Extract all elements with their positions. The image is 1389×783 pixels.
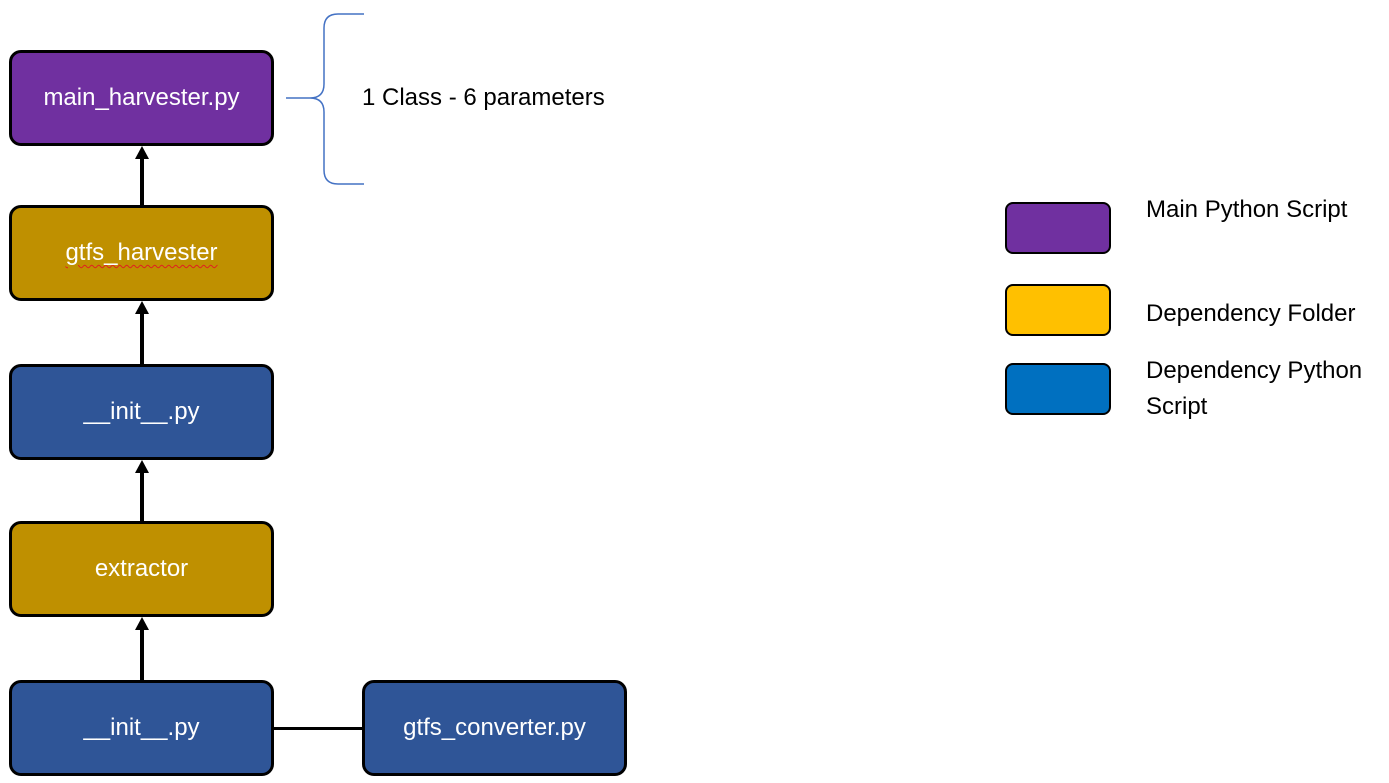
legend-label-dependency-folder: Dependency Folder [1146, 300, 1356, 327]
node-extractor-label: extractor [94, 555, 189, 582]
brace-annotation-label: 1 Class - 6 parameters [362, 84, 605, 111]
node-main-harvester-label: main_harvester.py [43, 84, 240, 111]
arrowhead-to-init-top [135, 460, 149, 473]
arrowhead-to-extractor [135, 617, 149, 630]
node-init-top: __init__.py [9, 364, 274, 460]
node-init-bottom: __init__.py [9, 680, 274, 776]
arrow-shaft-init-bottom-to-extractor [140, 629, 144, 680]
arrow-shaft-extractor-to-init-top [140, 472, 144, 521]
node-main-harvester: main_harvester.py [9, 50, 274, 146]
arrowhead-to-main-harvester [135, 146, 149, 159]
node-init-top-label: __init__.py [83, 398, 200, 425]
legend-swatch-dependency-script [1005, 363, 1111, 415]
curly-brace-icon [286, 13, 364, 185]
node-gtfs-harvester-folder: gtfs_harvester [9, 205, 274, 301]
link-init-bottom-to-gtfs-converter [274, 727, 362, 730]
node-init-bottom-label: __init__.py [83, 714, 200, 741]
legend-swatch-main-script [1005, 202, 1111, 254]
node-gtfs-harvester-label: gtfs_harvester [65, 239, 218, 266]
arrow-shaft-gtfs-harvester-to-main [140, 158, 144, 205]
node-gtfs-converter: gtfs_converter.py [362, 680, 627, 776]
node-extractor-folder: extractor [9, 521, 274, 617]
arrowhead-to-gtfs-harvester [135, 301, 149, 314]
legend-swatch-dependency-folder [1005, 284, 1111, 336]
legend-label-dependency-script: Dependency Python Script [1146, 357, 1363, 420]
arrow-shaft-init-top-to-gtfs-harvester [140, 313, 144, 364]
node-gtfs-converter-label: gtfs_converter.py [403, 714, 586, 741]
legend-label-main-script: Main Python Script [1146, 196, 1348, 223]
